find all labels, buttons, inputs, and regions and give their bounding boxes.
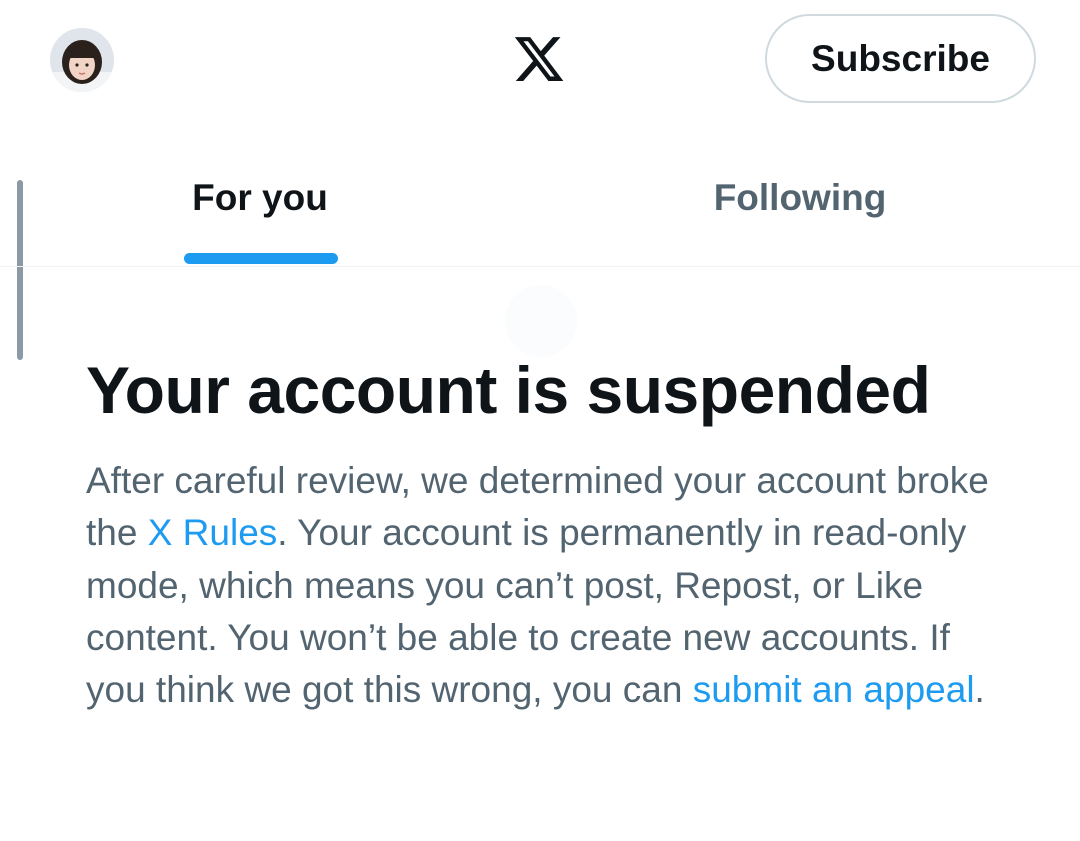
active-tab-indicator [184, 253, 338, 264]
suspension-message: After careful review, we determined your… [86, 455, 1016, 716]
timeline-tabs: For you Following [0, 130, 1080, 357]
x-logo-icon[interactable] [512, 32, 566, 86]
profile-avatar[interactable] [50, 28, 114, 92]
suspension-title: Your account is suspended [86, 353, 931, 427]
message-text-end: . [974, 669, 985, 711]
tab-for-you-label: For you [192, 177, 328, 218]
loading-indicator [505, 285, 577, 357]
tab-following[interactable]: Following [630, 130, 970, 266]
tab-for-you[interactable]: For you [90, 130, 430, 266]
tab-following-label: Following [713, 177, 887, 218]
submit-appeal-link[interactable]: submit an appeal [693, 669, 975, 710]
subscribe-button[interactable]: Subscribe [765, 14, 1036, 103]
avatar-image [50, 28, 114, 92]
x-logo-graphic [514, 37, 564, 81]
x-rules-link[interactable]: X Rules [148, 512, 278, 553]
